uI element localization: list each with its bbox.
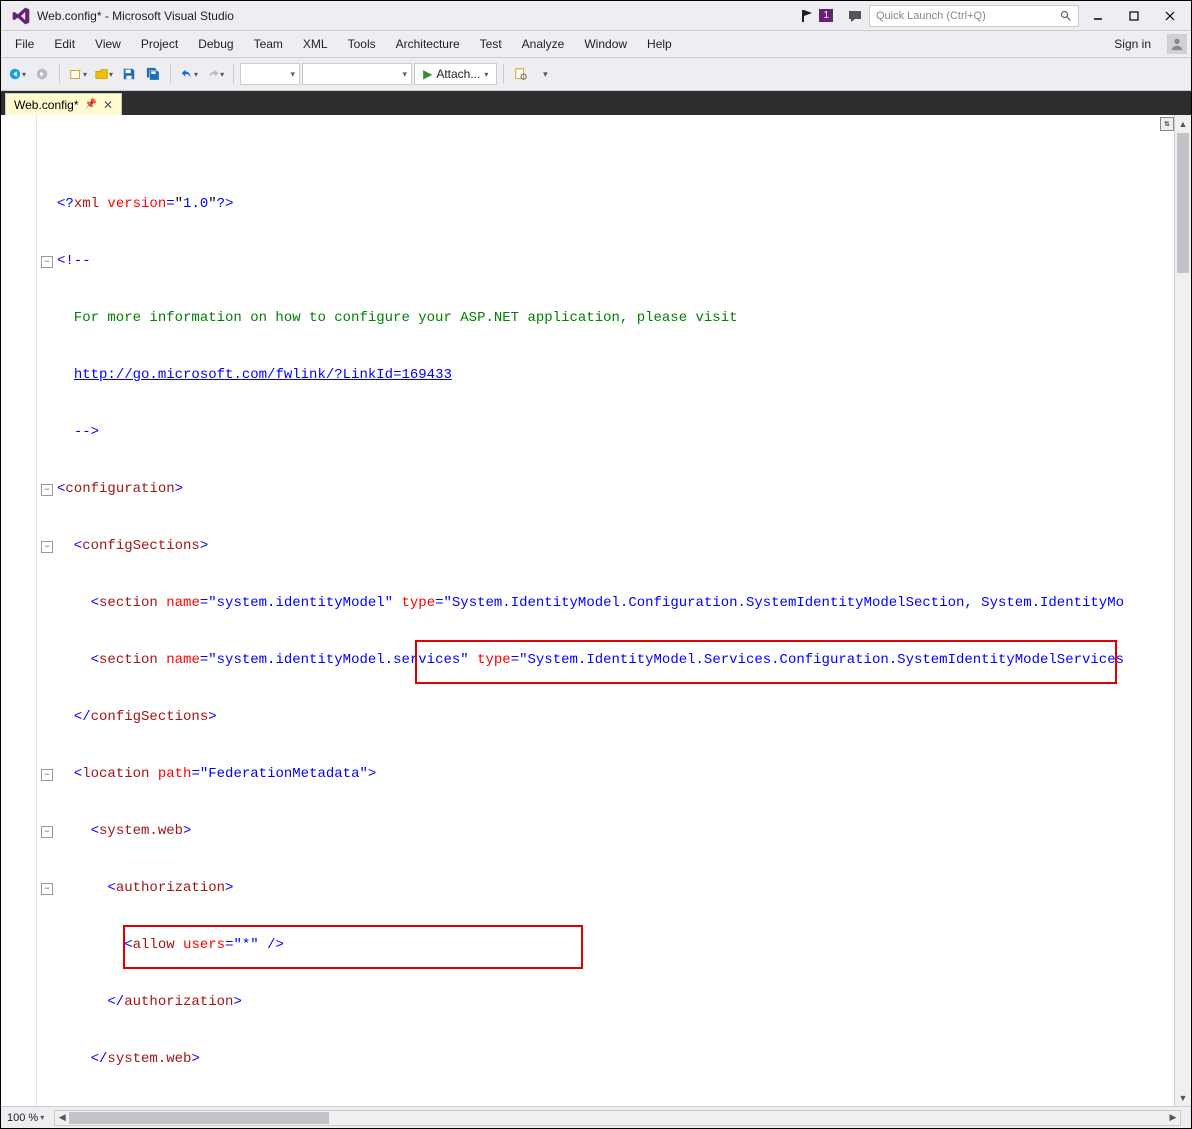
menu-tools[interactable]: Tools bbox=[338, 33, 386, 55]
menu-analyze[interactable]: Analyze bbox=[512, 33, 575, 55]
close-button[interactable] bbox=[1153, 5, 1187, 27]
maximize-button[interactable] bbox=[1117, 5, 1151, 27]
menu-help[interactable]: Help bbox=[637, 33, 682, 55]
menu-project[interactable]: Project bbox=[131, 33, 188, 55]
redo-button[interactable]: ▾ bbox=[203, 63, 227, 85]
scroll-down-icon[interactable]: ▼ bbox=[1175, 1089, 1191, 1106]
code-editor[interactable]: ⇅ <?xml version="1.0"?> −<!-- For more i… bbox=[37, 115, 1174, 1106]
menu-file[interactable]: File bbox=[5, 33, 44, 55]
main-window: Web.config* - Microsoft Visual Studio 1 … bbox=[0, 0, 1192, 1129]
scroll-up-icon[interactable]: ▲ bbox=[1175, 115, 1191, 132]
avatar-icon[interactable] bbox=[1167, 34, 1187, 54]
menu-test[interactable]: Test bbox=[470, 33, 512, 55]
search-icon bbox=[1060, 10, 1072, 22]
save-all-button[interactable] bbox=[142, 63, 164, 85]
menu-architecture[interactable]: Architecture bbox=[386, 33, 470, 55]
tab-webconfig[interactable]: Web.config* 📌 ✕ bbox=[5, 93, 122, 115]
sign-in-link[interactable]: Sign in bbox=[1104, 33, 1161, 55]
menu-edit[interactable]: Edit bbox=[44, 33, 85, 55]
toolbar-overflow-button[interactable]: ▾ bbox=[534, 63, 556, 85]
open-file-button[interactable]: ▾ bbox=[92, 63, 116, 85]
status-bar: 100 % ▾ ◀ ▶ bbox=[1, 1106, 1191, 1128]
nav-forward-button[interactable] bbox=[31, 63, 53, 85]
play-icon: ▶ bbox=[423, 67, 432, 81]
quick-launch-input[interactable]: Quick Launch (Ctrl+Q) bbox=[869, 5, 1079, 27]
notification-flag-icon[interactable] bbox=[799, 8, 815, 24]
save-button[interactable] bbox=[118, 63, 140, 85]
editor-area: ⇅ <?xml version="1.0"?> −<!-- For more i… bbox=[1, 115, 1191, 1106]
horizontal-scrollbar[interactable]: ◀ ▶ bbox=[54, 1110, 1181, 1126]
fold-icon[interactable]: − bbox=[41, 484, 53, 496]
scrollbar-thumb[interactable] bbox=[69, 1112, 329, 1124]
editor-gutter bbox=[1, 115, 37, 1106]
scroll-left-icon[interactable]: ◀ bbox=[55, 1111, 69, 1125]
menu-xml[interactable]: XML bbox=[293, 33, 338, 55]
zoom-level[interactable]: 100 % ▾ bbox=[7, 1112, 44, 1124]
nav-back-button[interactable]: ▾ bbox=[5, 63, 29, 85]
scrollbar-thumb[interactable] bbox=[1177, 133, 1189, 273]
menu-window[interactable]: Window bbox=[574, 33, 637, 55]
titlebar: Web.config* - Microsoft Visual Studio 1 … bbox=[1, 1, 1191, 31]
window-title: Web.config* - Microsoft Visual Studio bbox=[37, 9, 234, 23]
menu-debug[interactable]: Debug bbox=[188, 33, 243, 55]
fold-icon[interactable]: − bbox=[41, 769, 53, 781]
fold-icon[interactable]: − bbox=[41, 541, 53, 553]
document-tab-well: Web.config* 📌 ✕ bbox=[1, 91, 1191, 115]
toolbar: ▾ ▾ ▾ ▾ ▾ ▾ ▾ ▶ Attach... ▾ ▾ bbox=[1, 57, 1191, 91]
vs-logo-icon bbox=[11, 6, 31, 26]
split-editor-icon[interactable]: ⇅ bbox=[1160, 117, 1174, 131]
new-project-button[interactable]: ▾ bbox=[66, 63, 90, 85]
find-in-files-button[interactable] bbox=[510, 63, 532, 85]
feedback-icon[interactable] bbox=[847, 8, 863, 24]
fold-icon[interactable]: − bbox=[41, 883, 53, 895]
vertical-scrollbar[interactable]: ▲ ▼ bbox=[1174, 115, 1191, 1106]
pin-icon[interactable]: 📌 bbox=[84, 99, 96, 110]
fold-icon[interactable]: − bbox=[41, 256, 53, 268]
quick-launch-placeholder: Quick Launch (Ctrl+Q) bbox=[876, 10, 986, 22]
close-tab-icon[interactable]: ✕ bbox=[103, 98, 113, 112]
menu-view[interactable]: View bbox=[85, 33, 131, 55]
menu-team[interactable]: Team bbox=[244, 33, 293, 55]
tab-label: Web.config* bbox=[14, 98, 78, 112]
menubar: File Edit View Project Debug Team XML To… bbox=[1, 31, 1191, 57]
start-debug-button[interactable]: ▶ Attach... ▾ bbox=[414, 63, 497, 85]
solution-platform-combo[interactable]: ▾ bbox=[302, 63, 412, 85]
chevron-down-icon: ▾ bbox=[40, 1113, 44, 1122]
start-label: Attach... bbox=[436, 67, 480, 81]
notification-count-badge[interactable]: 1 bbox=[819, 9, 833, 22]
minimize-button[interactable] bbox=[1081, 5, 1115, 27]
undo-button[interactable]: ▾ bbox=[177, 63, 201, 85]
fold-icon[interactable]: − bbox=[41, 826, 53, 838]
scroll-right-icon[interactable]: ▶ bbox=[1166, 1111, 1180, 1125]
solution-config-combo[interactable]: ▾ bbox=[240, 63, 300, 85]
